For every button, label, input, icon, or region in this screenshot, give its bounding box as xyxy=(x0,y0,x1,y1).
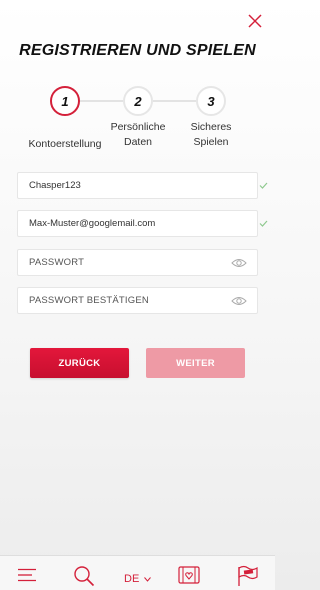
next-button[interactable]: WEITER xyxy=(146,348,245,378)
email-field[interactable]: Max-Muster@googlemail.com xyxy=(17,210,258,237)
back-button[interactable]: ZURÜCK xyxy=(30,348,129,378)
menu-button[interactable] xyxy=(17,568,37,588)
step-3-label-line2: Spielen xyxy=(193,136,229,148)
close-icon xyxy=(248,14,262,28)
step-3-label: Sicheres Spielen xyxy=(161,120,261,150)
cards-icon xyxy=(178,566,200,584)
hamburger-menu-icon xyxy=(18,568,36,582)
eye-icon[interactable] xyxy=(231,257,247,269)
step-3-circle: 3 xyxy=(196,86,226,116)
password-field[interactable]: PASSWORT xyxy=(17,249,258,276)
close-button[interactable] xyxy=(247,13,263,29)
language-label: DE xyxy=(124,573,140,585)
flag-promo-icon xyxy=(238,565,258,586)
confirm-password-field[interactable]: PASSWORT BESTÄTIGEN xyxy=(17,287,258,314)
step-connector xyxy=(153,100,196,102)
check-icon xyxy=(259,181,268,190)
promotions-button[interactable] xyxy=(236,565,260,586)
chevron-down-icon xyxy=(144,576,152,582)
check-icon xyxy=(259,219,268,228)
step-connector xyxy=(80,100,123,102)
step-1-circle: 1 xyxy=(50,86,80,116)
search-button[interactable] xyxy=(73,565,95,587)
games-button[interactable] xyxy=(178,565,200,585)
page-title: REGISTRIEREN UND SPIELEN xyxy=(19,42,256,59)
step-3-label-line1: Sicheres xyxy=(190,121,232,133)
step-2-circle: 2 xyxy=(123,86,153,116)
language-selector[interactable]: DE xyxy=(124,569,152,589)
search-icon xyxy=(74,566,95,587)
registration-stepper: 1 2 3 Kontoerstellung Persönliche Daten … xyxy=(0,86,275,156)
eye-icon[interactable] xyxy=(231,295,247,307)
bottom-navigation: DE xyxy=(0,555,275,590)
username-field[interactable]: Chasper123 xyxy=(17,172,258,199)
